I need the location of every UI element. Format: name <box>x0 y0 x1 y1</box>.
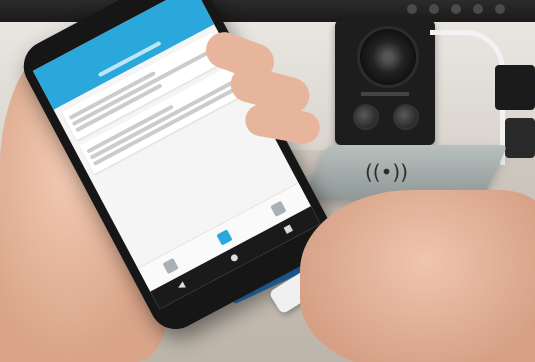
monitor-button <box>407 4 417 14</box>
nav-item-icon[interactable] <box>269 200 287 218</box>
speaker <box>335 20 435 145</box>
recent-apps-icon[interactable]: ■ <box>282 223 294 236</box>
monitor-button <box>495 4 505 14</box>
speaker-knob-left <box>353 104 379 130</box>
monitor-button <box>451 4 461 14</box>
black-device <box>495 65 535 110</box>
wireless-charging-icon: ((•)) <box>365 160 409 184</box>
photo-scene: ((•)) ◀ ● ■ <box>0 0 535 362</box>
home-icon[interactable]: ● <box>229 252 241 265</box>
speaker-label <box>361 92 409 96</box>
nav-item-icon[interactable] <box>162 257 180 275</box>
monitor-button <box>473 4 483 14</box>
speaker-knob-right <box>393 104 419 130</box>
nav-item-icon-active[interactable] <box>216 229 233 246</box>
monitor-bottom-bezel <box>0 0 535 22</box>
back-icon[interactable]: ◀ <box>176 280 187 292</box>
right-hand <box>300 190 535 362</box>
speaker-woofer <box>357 26 419 88</box>
monitor-button <box>429 4 439 14</box>
monitor-buttons <box>407 4 505 14</box>
black-device-small <box>505 118 535 158</box>
